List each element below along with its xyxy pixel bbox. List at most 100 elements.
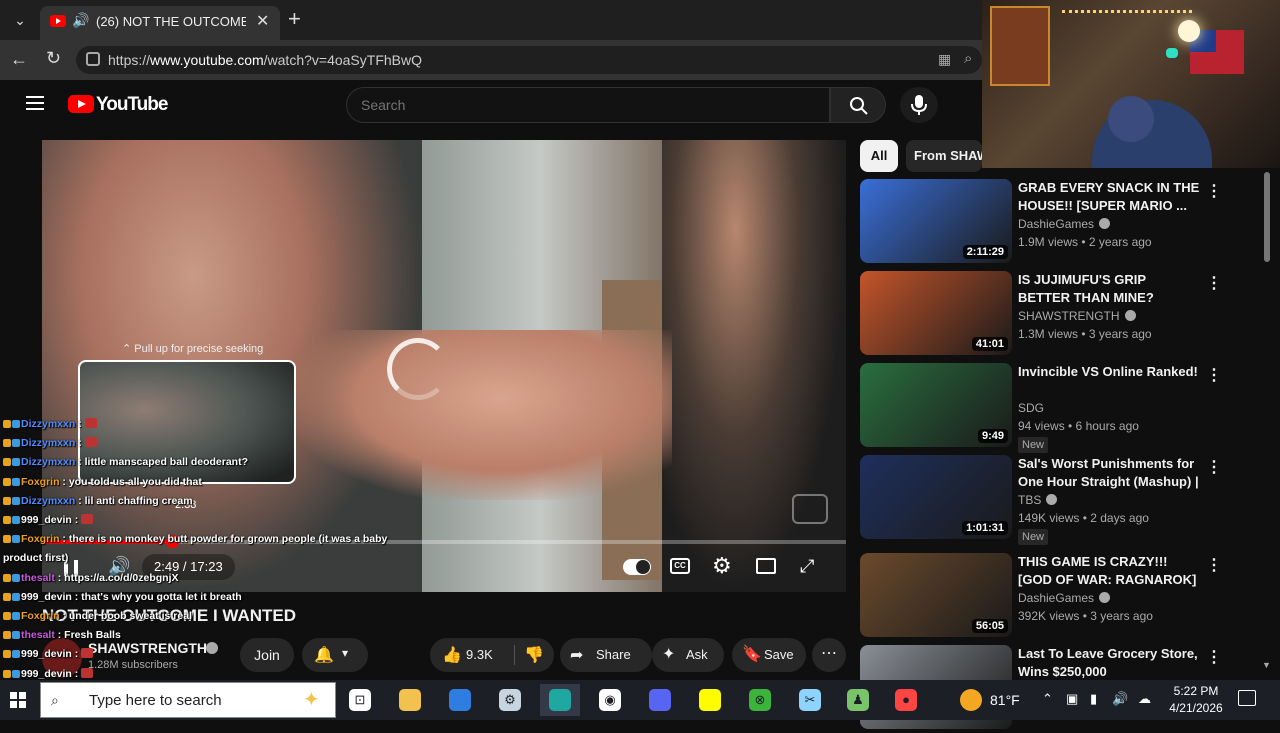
recommendation-thumbnail[interactable]: 41:01 [860,271,1012,355]
settings-gear-icon[interactable]: ⚙ [712,553,732,579]
recommendation-item[interactable]: 9:49 Invincible VS Online Ranked! SDG 94 vi… [860,363,1250,453]
edge-icon [549,688,571,711]
chat-message: Dizzymxxn : lil anti chaffing cream [3,495,193,507]
battery-icon[interactable]: ▮ [1090,691,1097,707]
recommendation-thumbnail[interactable]: 1:01:31 [860,455,1012,539]
search-highlight-icon[interactable]: ✦ [303,687,320,712]
chip-all[interactable]: All [860,140,898,172]
taskbar-edge-icon[interactable] [540,684,580,716]
like-count[interactable]: 9.3K [466,647,493,662]
start-windows-icon[interactable] [10,692,26,708]
taskbar-file-explorer-icon[interactable] [390,684,430,716]
tab-title: (26) NOT THE OUTCOME I WA [96,14,246,29]
speaker-icon[interactable]: 🔊 [72,12,89,29]
chat-username: Dizzymxxn [21,418,76,430]
like-icon[interactable]: 👍 [442,645,462,665]
cloud-icon[interactable]: ☁ [1138,691,1151,707]
taskbar-obs-icon[interactable]: ◉ [590,684,630,716]
more-options-icon[interactable]: ⋮ [1206,457,1222,477]
recommendation-thumbnail[interactable]: 2:11:29 [860,179,1012,263]
recommendation-title[interactable]: Last To Leave Grocery Store, Wins $250,0… [1018,645,1200,681]
recommendation-title[interactable]: Sal's Worst Punishments for One Hour Str… [1018,455,1200,491]
notifications-icon[interactable] [1238,690,1256,706]
recommendation-item[interactable]: 2:11:29 GRAB EVERY SNACK IN THE HOUSE!! [… [860,179,1250,267]
scrollbar[interactable] [1264,172,1270,262]
extensions-icon[interactable]: ▦ [938,51,951,68]
more-options-icon[interactable]: ⋮ [1206,555,1222,575]
clock-time[interactable]: 5:22 PM [1168,684,1224,698]
autoplay-toggle[interactable] [623,559,651,575]
volume-icon[interactable]: 🔊 [1112,691,1128,707]
more-actions-icon[interactable]: ⋯ [812,638,846,672]
recommendation-title[interactable]: Invincible VS Online Ranked! [1018,363,1200,381]
url-field[interactable]: https://www.youtube.com/watch?v=4oaSyTFh… [76,46,982,74]
weather-icon[interactable] [960,689,982,711]
guide-menu-icon[interactable] [26,96,44,112]
search-button[interactable] [830,87,886,123]
recommendation-item[interactable]: 56:05 THIS GAME IS CRAZY!!! [GOD OF WAR: … [860,553,1250,641]
tray-chevron-icon[interactable]: ⌃ [1042,691,1053,707]
windows-taskbar: ⌕ Type here to search ✦ ⊡ ⚙ ◉ ⊗ ✂ ♟ ● 81°F ⌃ ▣… [0,680,1280,720]
taskbar-steam-icon[interactable]: ⚙ [490,684,530,716]
chat-badge-icon [3,477,11,486]
more-options-icon[interactable]: ⋮ [1206,181,1222,201]
more-options-icon[interactable]: ⋮ [1206,647,1222,667]
youtube-favicon-icon [50,15,66,27]
recommendation-title[interactable]: GRAB EVERY SNACK IN THE HOUSE!! [SUPER M… [1018,179,1200,215]
recommendation-title[interactable]: IS JUJIMUFU'S GRIP BETTER THAN MINE? [1018,271,1200,307]
search-box[interactable] [346,87,830,123]
youtube-wordmark[interactable]: YouTube [96,94,168,116]
tab-search-chevron-icon[interactable]: ⌄ [6,8,34,32]
recommendation-channel[interactable]: DashieGames [1018,217,1111,231]
taskbar-task-view-icon[interactable]: ⊡ [340,684,380,716]
scroll-down-arrow-icon[interactable]: ▼ [1262,660,1271,670]
taskbar-xbox-icon[interactable]: ⊗ [740,684,780,716]
taskbar-microsoft-store-icon[interactable] [440,684,480,716]
taskbar-recorder-icon[interactable]: ● [886,684,926,716]
chat-badge-icon [12,535,20,544]
recommendation-item[interactable]: 1:01:31 Sal's Worst Punishments for One H… [860,455,1250,545]
taskbar-snip-tool-icon[interactable]: ✂ [790,684,830,716]
clock-date[interactable]: 4/21/2026 [1164,701,1228,715]
snapchat-icon [699,688,721,711]
tray-app-icon[interactable]: ▣ [1066,691,1078,707]
new-tab-icon[interactable]: + [288,6,301,32]
zoom-icon[interactable]: ⌕ [964,50,972,67]
weather-temperature[interactable]: 81°F [990,692,1020,708]
taskbar-snapchat-icon[interactable] [690,684,730,716]
new-badge: New [1018,529,1049,545]
recommendation-channel[interactable]: DashieGames [1018,591,1111,605]
chip-from-channel[interactable]: From SHAWSTRENGTH [906,140,982,172]
share-button[interactable]: ➦ Share [560,638,652,672]
snip-tool-icon: ✂ [799,688,821,711]
active-tab[interactable]: 🔊 (26) NOT THE OUTCOME I WA ✕ [40,6,280,40]
recommendation-thumbnail[interactable]: 56:05 [860,553,1012,637]
chat-badge-icon [12,458,20,467]
taskbar-search-box[interactable]: ⌕ Type here to search ✦ [40,682,336,718]
reload-icon[interactable]: ↻ [46,48,61,69]
fullscreen-icon[interactable]: ⤢ [800,556,814,577]
recommendation-channel[interactable]: SDG [1018,401,1044,415]
back-arrow-icon[interactable]: ← [10,49,28,70]
channel-watermark[interactable] [792,494,828,524]
recommendation-item[interactable]: 41:01 IS JUJIMUFU'S GRIP BETTER THAN MINE… [860,271,1250,359]
save-label: Save [764,647,794,662]
dislike-icon[interactable]: 👎 [524,645,544,665]
ask-button[interactable]: ✦ Ask [652,638,724,672]
recommendation-thumbnail[interactable]: 9:49 [860,363,1012,447]
site-info-icon[interactable] [86,52,100,66]
search-input[interactable] [361,97,801,113]
close-tab-icon[interactable]: ✕ [256,11,269,31]
recommendation-title[interactable]: THIS GAME IS CRAZY!!! [GOD OF WAR: RAGNA… [1018,553,1200,589]
recommendation-channel[interactable]: SHAWSTRENGTH [1018,309,1136,323]
taskbar-chess-icon[interactable]: ♟ [838,684,878,716]
recommendation-channel[interactable]: TBS [1018,493,1058,507]
captions-icon[interactable]: CC [670,558,690,574]
more-options-icon[interactable]: ⋮ [1206,273,1222,293]
youtube-logo-icon[interactable] [68,95,94,113]
voice-search-button[interactable] [900,87,938,123]
more-options-icon[interactable]: ⋮ [1206,365,1222,385]
taskbar-discord-icon[interactable] [640,684,680,716]
save-button[interactable]: 🔖 Save [732,638,806,672]
theater-mode-icon[interactable] [756,558,776,574]
